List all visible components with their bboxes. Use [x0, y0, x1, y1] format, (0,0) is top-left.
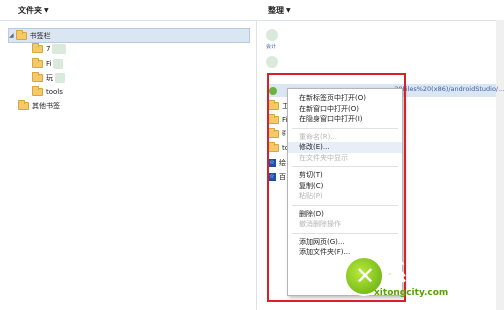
- tree-item[interactable]: Fi: [32, 57, 64, 70]
- list-item-blurred[interactable]: [266, 28, 278, 41]
- folder-icon: [32, 85, 43, 96]
- tree-item-label: 书签栏: [29, 31, 51, 40]
- tree-item-label: 其他书签: [32, 101, 60, 110]
- folders-header-label: 文件夹: [18, 5, 42, 15]
- tree-item[interactable]: 7: [32, 42, 67, 55]
- watermark-title: 系统城: [383, 262, 454, 288]
- tree-item-tools[interactable]: tools: [32, 85, 63, 98]
- tree-item-label: Fi: [46, 59, 52, 68]
- folder-icon: [18, 99, 29, 110]
- folder-icon: [32, 71, 43, 82]
- blurred-icon: [266, 28, 278, 41]
- watermark: ✕ 系统城 xitongcity.com: [344, 254, 494, 308]
- blurred-text: [53, 58, 64, 69]
- scrollbar[interactable]: [496, 20, 504, 310]
- folder-icon: [32, 42, 43, 53]
- organize-menu-label: 整理: [268, 5, 284, 15]
- folder-icon: [32, 57, 43, 68]
- tree-item-other-bookmarks[interactable]: 其他书签: [18, 99, 60, 112]
- list-item-blurred[interactable]: [266, 55, 278, 68]
- header-divider: [0, 20, 504, 21]
- chevron-down-icon: ▼: [44, 6, 49, 14]
- tree-item-label: 7: [46, 44, 51, 53]
- tree-item[interactable]: 玩: [32, 71, 65, 84]
- organize-menu[interactable]: 整理 ▼: [268, 0, 291, 20]
- watermark-url: xitongcity.com: [374, 288, 449, 298]
- blurred-label: 会计: [266, 43, 277, 50]
- tree-item-label: 玩: [46, 73, 53, 82]
- blurred-icon: [266, 55, 278, 68]
- blurred-text: [52, 43, 67, 54]
- folders-header[interactable]: 文件夹 ▼: [18, 0, 49, 20]
- folder-icon: [15, 29, 27, 40]
- tree-item-bookmarks-bar[interactable]: ◢ 书签栏: [8, 28, 250, 43]
- list-item-blurred-label: 会计: [266, 42, 276, 50]
- tree-item-label: tools: [46, 87, 63, 96]
- chevron-down-icon: ▼: [286, 6, 291, 14]
- expand-arrow-icon[interactable]: ◢: [9, 32, 14, 39]
- pane-divider[interactable]: [256, 20, 257, 310]
- blurred-text: [55, 72, 65, 83]
